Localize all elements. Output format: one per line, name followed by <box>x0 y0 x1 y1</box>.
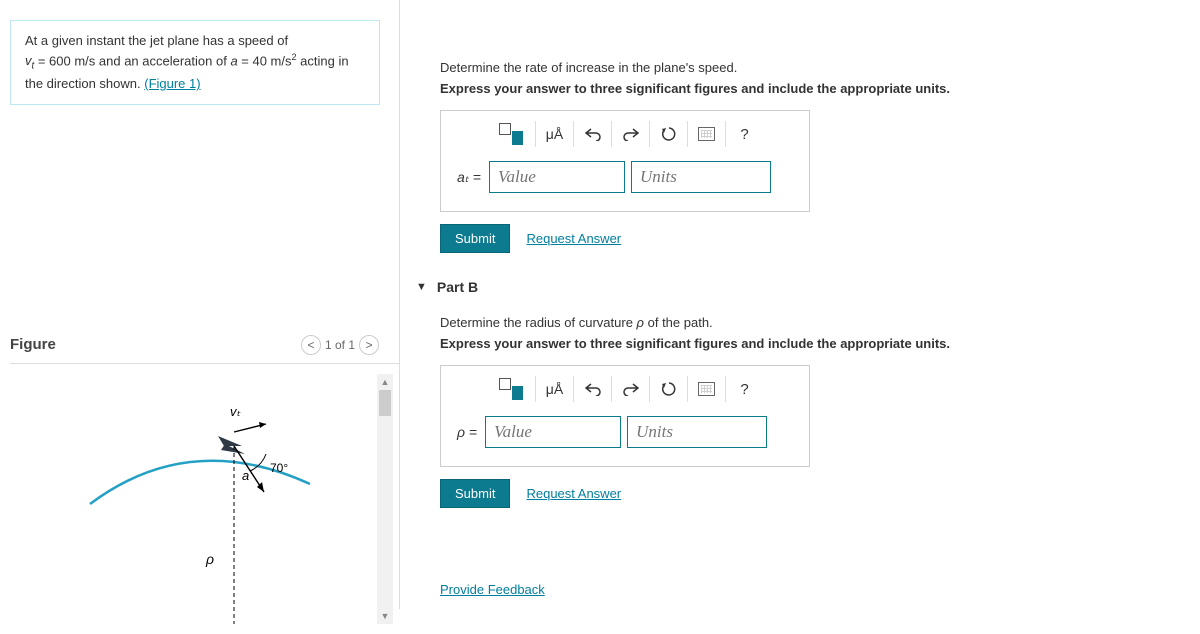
scroll-down-icon[interactable]: ▼ <box>377 608 393 624</box>
caret-down-icon: ▼ <box>416 281 427 293</box>
partA-submit-button[interactable]: Submit <box>440 224 510 253</box>
pager-prev-button[interactable]: < <box>301 335 321 355</box>
redo-tool-b[interactable] <box>611 376 639 402</box>
partA-var-label: aₜ = <box>457 169 481 186</box>
undo-tool-b[interactable] <box>573 376 601 402</box>
a-label: a <box>242 468 249 483</box>
partA-answer-box: μÅ ? aₜ = <box>440 110 810 212</box>
figure-title: Figure <box>10 336 56 353</box>
help-tool-b[interactable]: ? <box>725 376 753 402</box>
partB-request-answer-link[interactable]: Request Answer <box>526 486 621 501</box>
figure-area: vₜ a 70° ρ ▲ ▼ <box>10 374 399 634</box>
partB-prompt: Determine the radius of curvature ρ of t… <box>440 315 1200 330</box>
problem-text-1: At a given instant the jet plane has a s… <box>25 33 288 48</box>
partA-instruction: Express your answer to three significant… <box>440 81 1200 96</box>
reset-tool[interactable] <box>649 121 677 147</box>
problem-statement: At a given instant the jet plane has a s… <box>10 20 380 105</box>
template-icon <box>499 123 523 145</box>
partA-units-input[interactable] <box>631 161 771 193</box>
partB-instruction: Express your answer to three significant… <box>440 336 1200 351</box>
partB-answer-box: μÅ ? ρ = <box>440 365 810 467</box>
figure-diagram: vₜ a 70° ρ <box>10 374 380 624</box>
scroll-up-icon[interactable]: ▲ <box>377 374 393 390</box>
reset-tool-b[interactable] <box>649 376 677 402</box>
keyboard-tool[interactable] <box>687 121 715 147</box>
partB-header[interactable]: ▼ Part B <box>416 279 1200 295</box>
angle-label: 70° <box>270 461 288 475</box>
keyboard-icon <box>698 127 715 141</box>
figure-link[interactable]: (Figure 1) <box>144 76 200 91</box>
template-icon <box>499 378 523 400</box>
keyboard-tool-b[interactable] <box>687 376 715 402</box>
partB-submit-button[interactable]: Submit <box>440 479 510 508</box>
vt-label: vₜ <box>230 404 242 419</box>
template-tool-b[interactable] <box>497 376 525 402</box>
partA-prompt: Determine the rate of increase in the pl… <box>440 60 1200 75</box>
redo-tool[interactable] <box>611 121 639 147</box>
rho-label: ρ <box>205 551 214 567</box>
partA-value-input[interactable] <box>489 161 625 193</box>
partB-value-input[interactable] <box>485 416 621 448</box>
help-tool[interactable]: ? <box>725 121 753 147</box>
pager-label: 1 of 1 <box>325 338 355 352</box>
units-tool-b[interactable]: μÅ <box>535 376 563 402</box>
undo-tool[interactable] <box>573 121 601 147</box>
keyboard-icon <box>698 382 715 396</box>
scroll-thumb[interactable] <box>379 390 391 416</box>
pager-next-button[interactable]: > <box>359 335 379 355</box>
figure-pager: < 1 of 1 > <box>301 335 379 355</box>
partB-title: Part B <box>437 279 478 295</box>
partB-var-label: ρ = <box>457 424 477 440</box>
template-tool[interactable] <box>497 121 525 147</box>
partB-units-input[interactable] <box>627 416 767 448</box>
figure-scrollbar[interactable]: ▲ ▼ <box>377 374 393 624</box>
partA-request-answer-link[interactable]: Request Answer <box>526 231 621 246</box>
units-tool[interactable]: μÅ <box>535 121 563 147</box>
provide-feedback-link[interactable]: Provide Feedback <box>440 582 545 597</box>
